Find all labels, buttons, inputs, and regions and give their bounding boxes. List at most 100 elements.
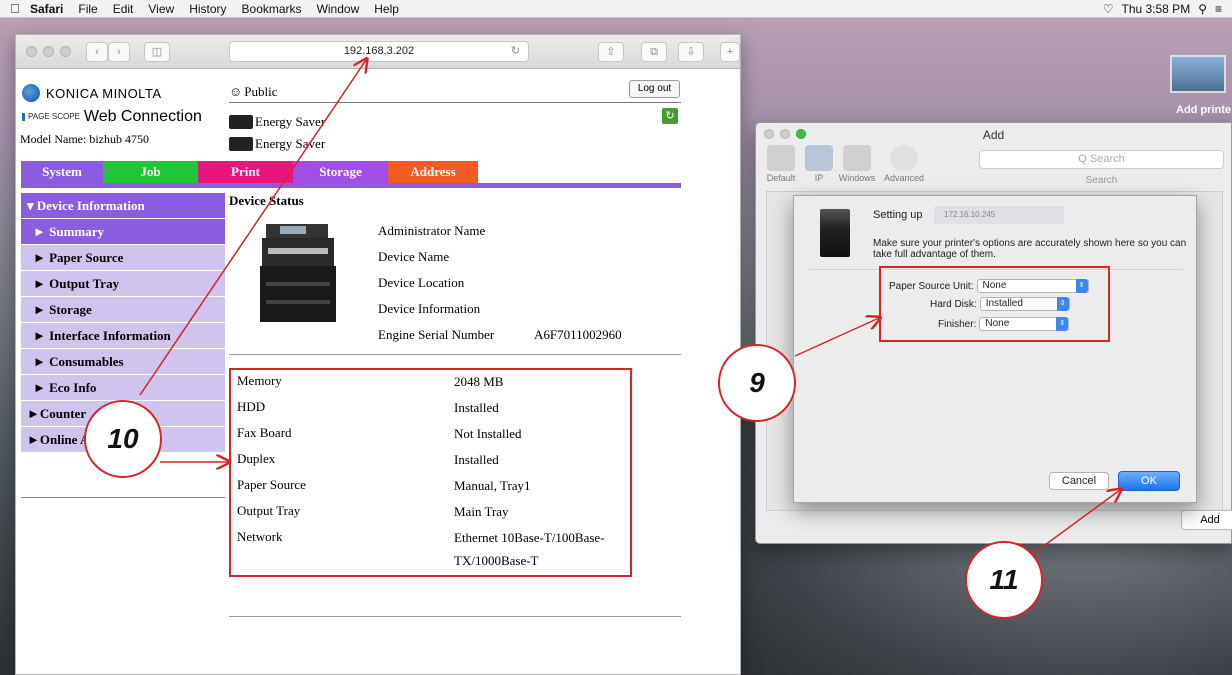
hard-disk-select[interactable]: Installed ⇕ bbox=[979, 297, 1070, 311]
energy-saver-icon bbox=[229, 115, 253, 129]
tool-label: Default bbox=[766, 173, 796, 183]
select-value: None bbox=[982, 280, 1007, 291]
setting-up-title: Setting up bbox=[873, 209, 923, 221]
sidebar-item-summary[interactable]: ► Summary bbox=[21, 219, 225, 244]
menu-window[interactable]: Window bbox=[317, 2, 360, 16]
sidebar-online[interactable]: ►Online A bbox=[21, 427, 225, 452]
finisher-select[interactable]: None ⇕ bbox=[979, 317, 1070, 331]
sidebar-item-interface-information[interactable]: ► Interface Information bbox=[21, 323, 225, 348]
sidebar-device-information[interactable]: ▾ Device Information bbox=[21, 193, 225, 218]
device-status-title: Device Status bbox=[229, 193, 304, 208]
url-text: 192.168.3.202 bbox=[343, 45, 415, 57]
tool-advanced[interactable]: Advanced bbox=[876, 145, 932, 183]
info-label: Device Information bbox=[378, 301, 481, 316]
energy-saver-2[interactable]: Energy Saver bbox=[229, 136, 325, 152]
option-label: Finisher: bbox=[938, 318, 977, 330]
chevron-updown-icon: ⇕ bbox=[1056, 317, 1069, 331]
energy-saver-label: Energy Saver bbox=[255, 136, 326, 151]
spec-value: 2048 MB bbox=[454, 374, 504, 389]
menubar-clock[interactable]: Thu 3:58 PM bbox=[1121, 2, 1190, 16]
select-value: None bbox=[985, 318, 1010, 329]
downloads-icon[interactable]: ⇩ bbox=[678, 42, 704, 62]
paper-source-unit-select[interactable]: None ⇕ bbox=[976, 279, 1089, 293]
brand-text: KONICA MINOLTA bbox=[46, 85, 162, 101]
info-value: A6F7011002960 bbox=[534, 327, 622, 342]
spec-label: Memory bbox=[237, 373, 282, 388]
address-bar[interactable]: 192.168.3.202 ↻ bbox=[229, 41, 529, 62]
spec-label: Duplex bbox=[237, 451, 276, 466]
wifi-icon[interactable]: ♡ bbox=[1103, 2, 1114, 16]
info-label: Administrator Name bbox=[378, 223, 486, 238]
info-label: Device Location bbox=[378, 275, 465, 290]
tool-label: IP bbox=[814, 173, 824, 183]
sidebar-icon[interactable]: ◫ bbox=[144, 42, 170, 62]
pagescope-title: Web Connection bbox=[83, 108, 202, 125]
minimize-button[interactable] bbox=[43, 46, 54, 57]
spec-value: Ethernet 10Base-T/100Base-TX/1000Base-T bbox=[454, 530, 605, 568]
menu-view[interactable]: View bbox=[148, 2, 174, 16]
desktop-add-printer-label: Add printe bbox=[1176, 104, 1231, 116]
tab-storage[interactable]: Storage bbox=[293, 161, 388, 183]
printer-ip: 172.16.10.245 bbox=[934, 206, 1064, 224]
tab-system[interactable]: System bbox=[21, 161, 103, 183]
spec-value: Manual, Tray1 bbox=[454, 478, 531, 493]
menu-edit[interactable]: Edit bbox=[113, 2, 134, 16]
spec-label: HDD bbox=[237, 399, 266, 414]
device-info-list: Administrator Name Device Name Device Lo… bbox=[378, 218, 622, 348]
tab-job[interactable]: Job bbox=[103, 161, 198, 183]
option-paper-source-unit: Paper Source Unit: None ⇕ bbox=[889, 279, 1089, 293]
tool-default[interactable]: Default bbox=[762, 145, 800, 183]
spec-label: Network bbox=[237, 529, 283, 544]
menubar:  Safari File Edit View History Bookmark… bbox=[0, 0, 1232, 18]
logout-button[interactable]: Log out bbox=[629, 80, 680, 98]
tool-label: Advanced bbox=[883, 173, 925, 183]
new-tab-icon[interactable]: + bbox=[720, 42, 740, 62]
menu-help[interactable]: Help bbox=[374, 2, 399, 16]
ok-button[interactable]: OK bbox=[1118, 471, 1180, 491]
option-finisher: Finisher: None ⇕ bbox=[938, 317, 1070, 331]
globe-icon bbox=[805, 145, 833, 171]
close-button[interactable] bbox=[26, 46, 37, 57]
energy-saver-1[interactable]: Energy Saver bbox=[229, 114, 325, 130]
menu-history[interactable]: History bbox=[189, 2, 226, 16]
sidebar-item-eco-info[interactable]: ► Eco Info bbox=[21, 375, 225, 400]
add-button[interactable]: Add bbox=[1181, 510, 1232, 530]
apple-icon[interactable]:  bbox=[0, 1, 30, 16]
desktop-thumbnail[interactable] bbox=[1170, 55, 1226, 93]
info-label: Device Name bbox=[378, 249, 450, 264]
notification-center-icon[interactable]: ≡ bbox=[1215, 2, 1222, 16]
option-hard-disk: Hard Disk: Installed ⇕ bbox=[930, 297, 1070, 311]
sidebar-item-storage[interactable]: ► Storage bbox=[21, 297, 225, 322]
tool-windows[interactable]: Windows bbox=[838, 145, 876, 183]
search-label: Search bbox=[1085, 175, 1118, 186]
option-label: Hard Disk: bbox=[930, 298, 977, 310]
sidebar-item-consumables[interactable]: ► Consumables bbox=[21, 349, 225, 374]
menu-safari[interactable]: Safari bbox=[30, 2, 63, 16]
select-value: Installed bbox=[985, 298, 1023, 309]
tool-label: Windows bbox=[838, 173, 876, 183]
sidebar-counter[interactable]: ►Counter bbox=[21, 401, 225, 426]
search-input[interactable]: Q Search bbox=[979, 150, 1224, 169]
spotlight-icon[interactable]: ⚲ bbox=[1198, 2, 1207, 16]
refresh-icon[interactable]: ↻ bbox=[662, 108, 678, 124]
share-icon[interactable]: ⇧ bbox=[598, 42, 624, 62]
tab-underline bbox=[21, 183, 681, 188]
setting-up-sheet: Setting up 172.16.10.245 Make sure your … bbox=[793, 195, 1197, 503]
tab-print[interactable]: Print bbox=[198, 161, 293, 183]
window-title: Add bbox=[982, 128, 1005, 142]
tool-ip[interactable]: IP bbox=[800, 145, 838, 183]
zoom-button[interactable] bbox=[60, 46, 71, 57]
menu-bookmarks[interactable]: Bookmarks bbox=[242, 2, 302, 16]
sidebar-item-paper-source[interactable]: ► Paper Source bbox=[21, 245, 225, 270]
spec-value: Main Tray bbox=[454, 504, 509, 519]
reload-icon[interactable]: ↻ bbox=[511, 42, 520, 61]
back-button[interactable]: ‹ bbox=[86, 42, 108, 62]
option-label: Paper Source Unit: bbox=[889, 280, 974, 292]
tabs-icon[interactable]: ⧉ bbox=[641, 42, 667, 62]
tab-address[interactable]: Address bbox=[388, 161, 478, 183]
forward-button[interactable]: › bbox=[108, 42, 130, 62]
cancel-button[interactable]: Cancel bbox=[1049, 472, 1109, 490]
gear-icon bbox=[890, 145, 918, 171]
sidebar-item-output-tray[interactable]: ► Output Tray bbox=[21, 271, 225, 296]
menu-file[interactable]: File bbox=[78, 2, 97, 16]
